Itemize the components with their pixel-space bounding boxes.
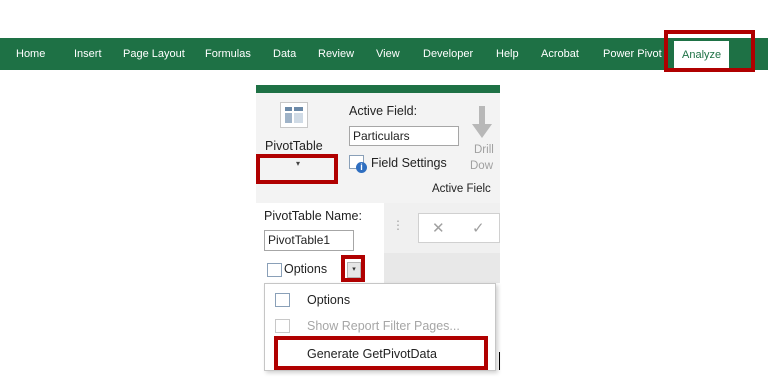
highlight-pivottable-dropdown	[256, 154, 338, 184]
drill-down-label-line1: Drill	[474, 144, 494, 156]
text-cursor	[499, 352, 500, 370]
pivottable-name-label: PivotTable Name:	[264, 209, 362, 223]
pivottable-button-label[interactable]: PivotTable	[265, 139, 323, 153]
worksheet-header-band	[384, 253, 500, 283]
tab-developer[interactable]: Developer	[423, 38, 473, 70]
tab-acrobat[interactable]: Acrobat	[541, 38, 579, 70]
pivottable-name-input[interactable]: PivotTable1	[264, 230, 354, 251]
tab-help[interactable]: Help	[496, 38, 519, 70]
field-settings-button[interactable]: Field Settings	[371, 156, 447, 170]
active-field-input[interactable]: Particulars	[349, 126, 459, 146]
highlight-analyze-tab	[664, 30, 755, 72]
report-filter-icon	[275, 319, 290, 333]
options-icon	[275, 293, 290, 307]
menu-item-options[interactable]: Options	[265, 288, 495, 312]
drill-down-arrow-icon	[472, 106, 492, 138]
options-button[interactable]: Options	[284, 262, 327, 276]
formula-separator-icon: ⋮	[392, 218, 404, 232]
active-field-group-caption: Active Fielc	[432, 183, 491, 195]
tab-formulas[interactable]: Formulas	[205, 38, 251, 70]
highlight-generate-getpivotdata	[274, 336, 488, 370]
menu-item-show-report-filter-pages[interactable]: Show Report Filter Pages...	[265, 314, 495, 338]
tab-data[interactable]: Data	[273, 38, 296, 70]
tab-review[interactable]: Review	[318, 38, 354, 70]
tab-view[interactable]: View	[376, 38, 400, 70]
active-field-label: Active Field:	[349, 104, 418, 118]
highlight-options-dropdown	[341, 255, 365, 282]
tab-insert[interactable]: Insert	[74, 38, 102, 70]
enter-icon[interactable]: ✓	[472, 219, 485, 237]
tab-home[interactable]: Home	[16, 38, 45, 70]
menu-item-show-report-filter-pages-label: Show Report Filter Pages...	[307, 319, 460, 333]
formula-buttons-box	[418, 213, 500, 243]
options-icon	[267, 263, 282, 277]
menu-item-options-label: Options	[307, 293, 351, 307]
ribbon-accent-strip	[256, 85, 500, 93]
ribbon-tab-bar: Home Insert Page Layout Formulas Data Re…	[0, 38, 768, 70]
tab-power-pivot[interactable]: Power Pivot	[603, 38, 662, 70]
tab-page-layout[interactable]: Page Layout	[123, 38, 185, 70]
cancel-icon[interactable]: ✕	[432, 219, 445, 237]
drill-down-label-line2: Dow	[470, 160, 494, 172]
pivottable-icon[interactable]	[280, 102, 308, 128]
info-badge-icon: i	[356, 162, 367, 173]
